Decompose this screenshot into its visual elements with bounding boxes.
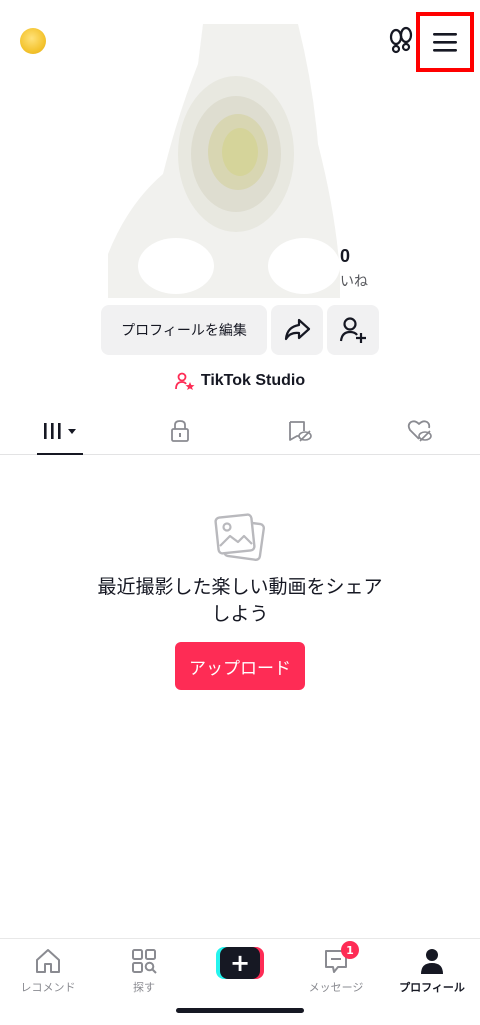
home-icon: [36, 949, 60, 973]
share-icon: [284, 318, 311, 341]
nav-home-label: レコメンド: [20, 981, 76, 994]
tab-reposts[interactable]: [240, 408, 360, 454]
studio-icon: [174, 372, 195, 390]
likes-count: 0: [340, 246, 351, 266]
nav-discover-label: 探す: [133, 981, 155, 994]
tiktok-studio-link[interactable]: TikTok Studio: [0, 372, 480, 390]
footprints-icon[interactable]: [386, 26, 416, 56]
tab-liked[interactable]: [360, 408, 480, 454]
nav-create[interactable]: +: [192, 939, 288, 999]
add-friend-button[interactable]: [327, 305, 379, 355]
share-profile-button[interactable]: [271, 305, 323, 355]
nav-profile-label: プロフィール: [399, 981, 465, 994]
grid-icon: [44, 423, 76, 439]
menu-button[interactable]: [416, 12, 474, 72]
likes-stat[interactable]: 0 いね: [340, 246, 368, 291]
empty-state-line-1: 最近撮影した楽しい動画をシェア: [97, 576, 383, 598]
hamburger-icon: [433, 33, 457, 52]
profile-icon: [421, 949, 443, 974]
nav-profile[interactable]: プロフィール: [384, 939, 480, 999]
mini-avatar[interactable]: [20, 28, 46, 54]
photos-icon: [212, 512, 268, 564]
lock-icon: [171, 420, 189, 442]
profile-photo[interactable]: [108, 24, 342, 298]
likes-label: いね: [340, 274, 368, 290]
create-plus-button: +: [216, 947, 264, 979]
nav-discover[interactable]: 探す: [96, 939, 192, 999]
add-user-icon: [339, 317, 366, 343]
plus-icon: +: [220, 947, 260, 979]
profile-tabs: [0, 408, 480, 455]
home-indicator: [176, 1008, 304, 1013]
hidden-repost-icon: [289, 421, 312, 442]
hidden-heart-icon: [407, 420, 432, 442]
tab-videos[interactable]: [0, 408, 120, 455]
nav-inbox-label: メッセージ: [308, 981, 364, 994]
studio-label: TikTok Studio: [200, 372, 306, 389]
inbox-badge: 1: [341, 941, 359, 959]
tab-private[interactable]: [120, 408, 240, 454]
nav-inbox[interactable]: 1 メッセージ: [288, 939, 384, 999]
empty-state-line-2: しよう: [211, 603, 269, 625]
empty-state-message: 最近撮影した楽しい動画をシェア しよう: [60, 574, 420, 628]
upload-button[interactable]: アップロード: [175, 642, 305, 690]
discover-icon: [132, 949, 157, 974]
edit-profile-button[interactable]: プロフィールを編集: [101, 305, 267, 355]
nav-home[interactable]: レコメンド: [0, 939, 96, 999]
